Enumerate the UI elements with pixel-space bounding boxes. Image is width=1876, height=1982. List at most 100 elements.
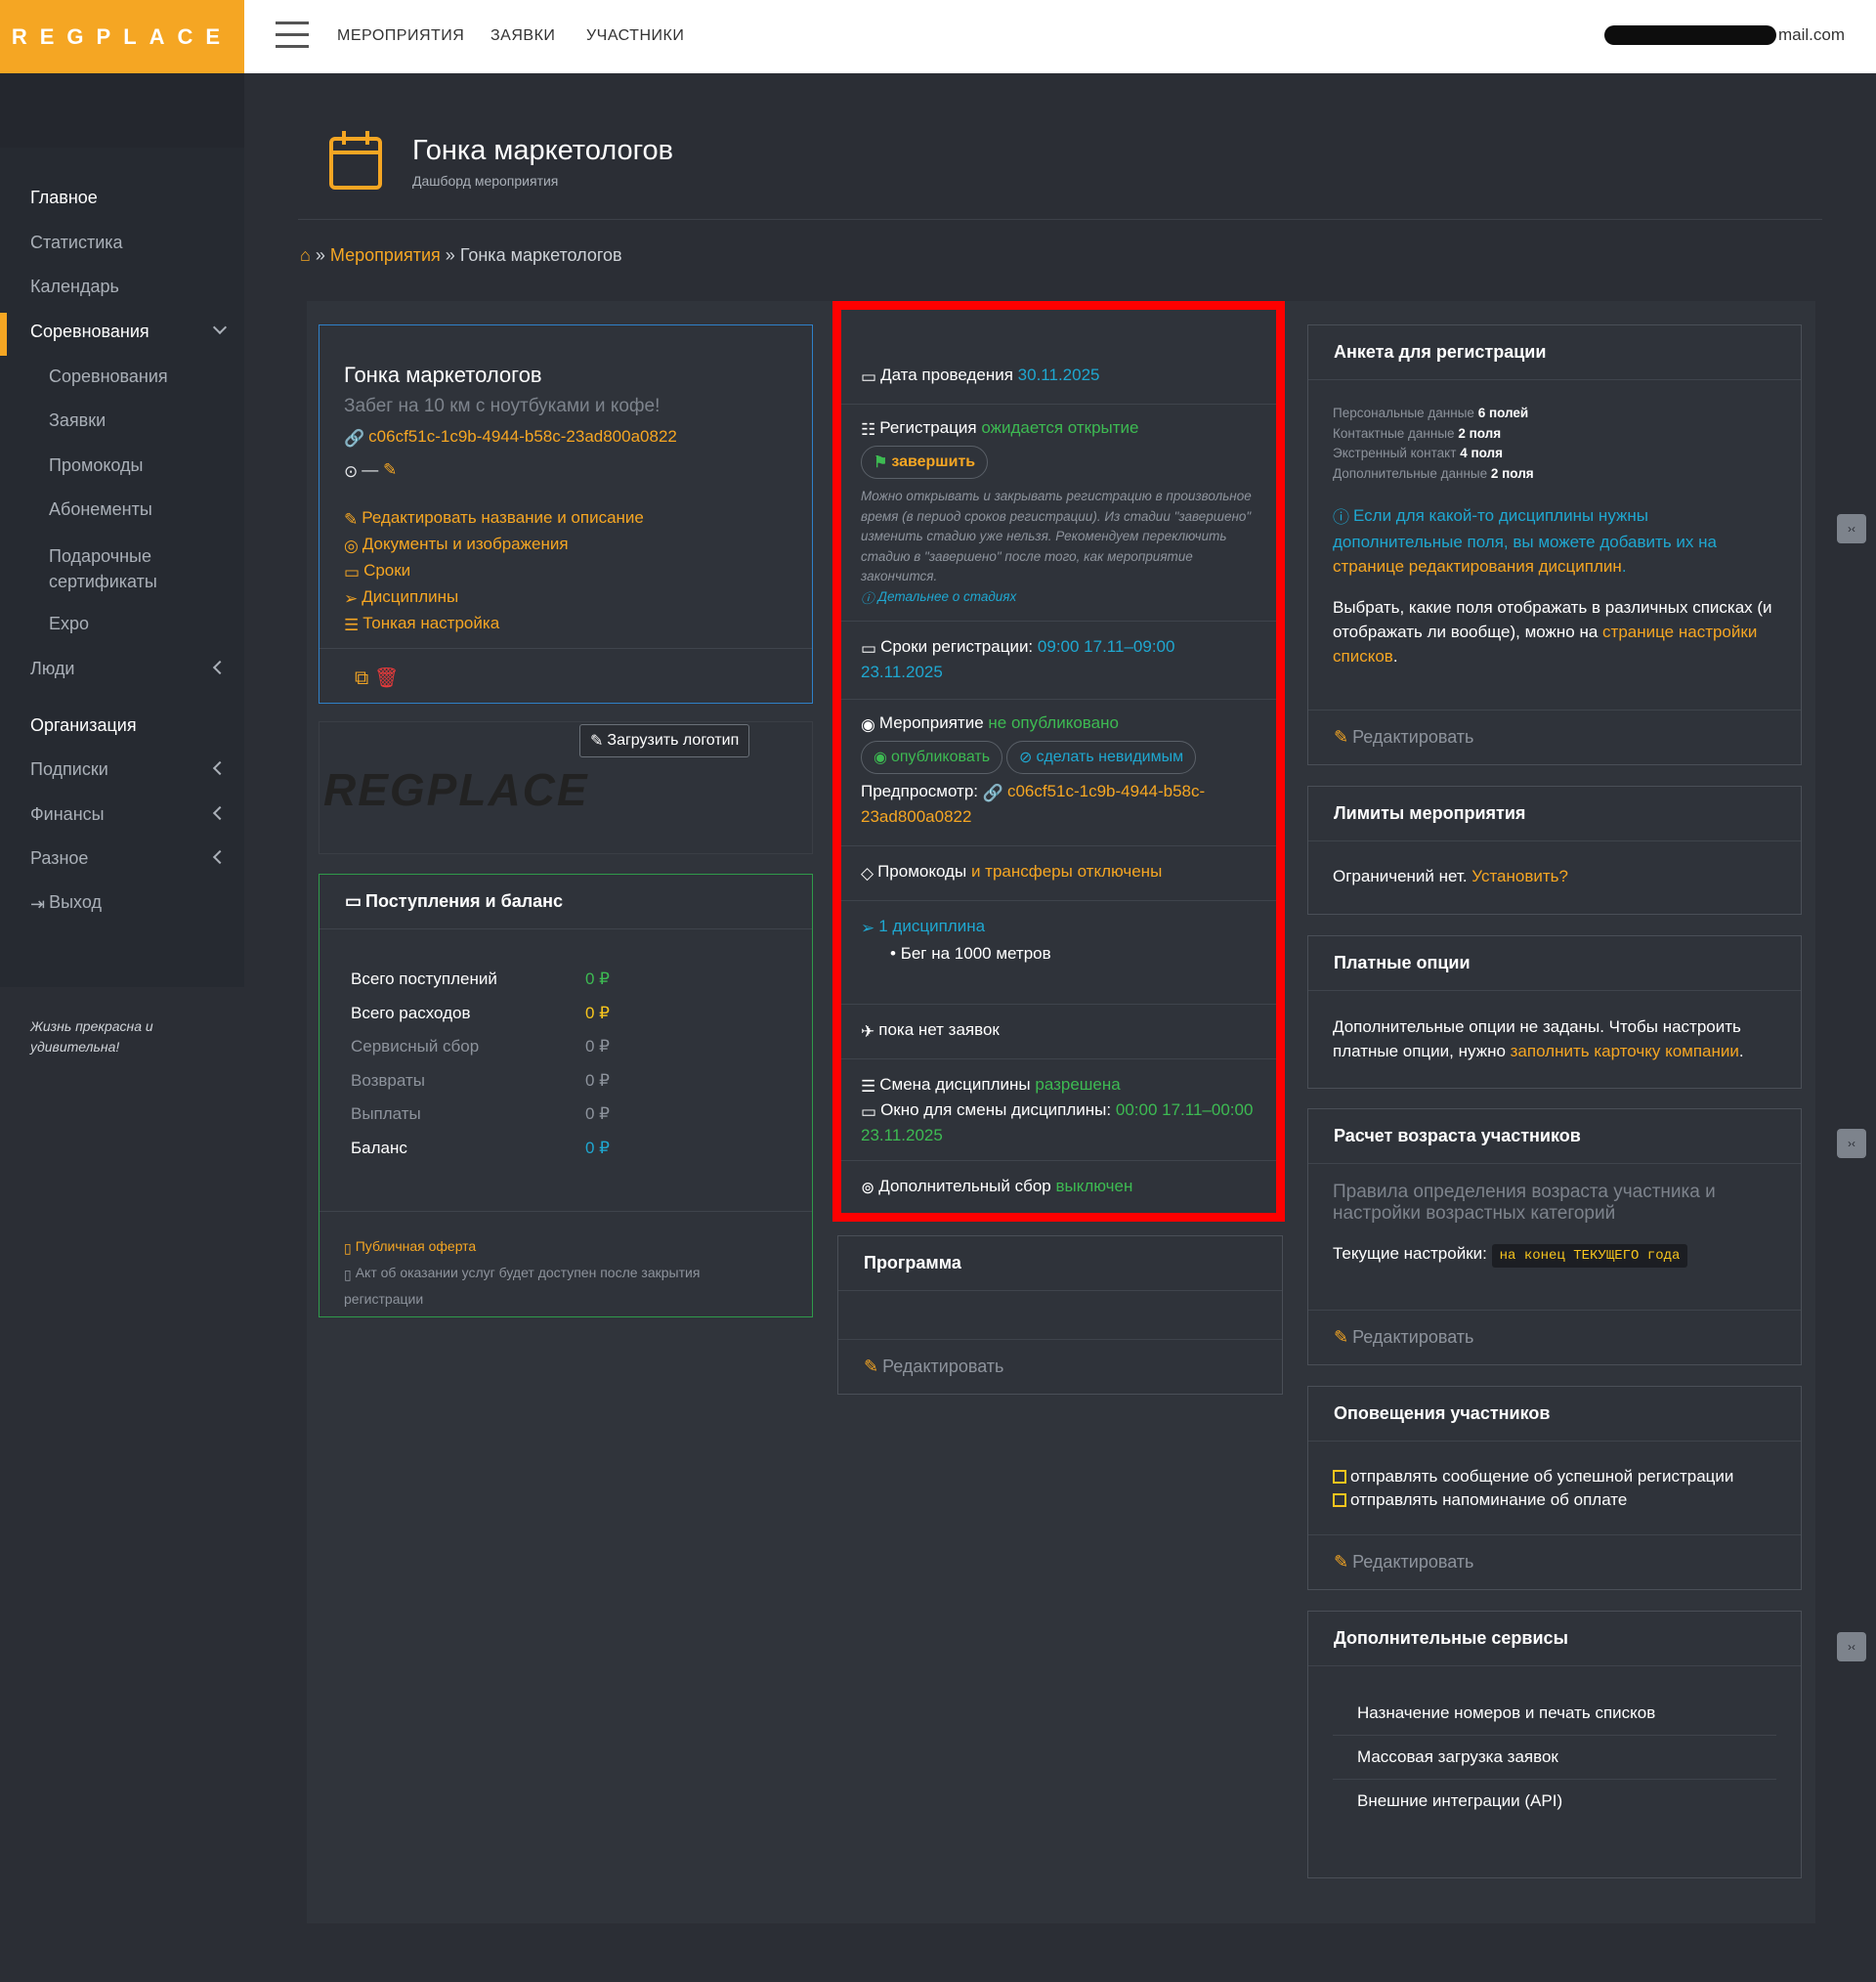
topnav-participants[interactable]: УЧАСТНИКИ <box>586 27 684 45</box>
notify-edit-link[interactable]: ✎ Редактировать <box>1308 1534 1801 1589</box>
hamburger-menu-icon[interactable] <box>276 22 309 49</box>
checkbox[interactable] <box>1333 1470 1346 1484</box>
pdf-icon: ▯ <box>344 1267 352 1282</box>
edit-name-link[interactable]: ✎ Редактировать название и описание <box>344 505 644 532</box>
option-label: отправлять сообщение об успешной регистр… <box>1350 1467 1734 1486</box>
notify-option-success[interactable]: отправлять сообщение об успешной регистр… <box>1333 1465 1733 1488</box>
sidebar-sub-gift-certificates[interactable]: Подарочные сертификаты <box>49 543 205 594</box>
checkbox[interactable] <box>1333 1493 1346 1507</box>
sidebar-item-misc[interactable]: Разное <box>30 848 88 869</box>
logout-icon: ⇥ <box>30 894 46 914</box>
service-bulk-upload[interactable]: Массовая загрузка заявок <box>1333 1736 1776 1780</box>
sidebar-sub-expo[interactable]: Expo <box>49 614 89 634</box>
sidebar-sub-subscriptions[interactable]: Абонементы <box>49 499 152 520</box>
upload-logo-button[interactable]: ✎ Загрузить логотип <box>579 724 750 757</box>
sidebar-sub-competitions[interactable]: Соревнования <box>49 366 168 387</box>
event-id-link[interactable]: 🔗 c06cf51c-1c9b-4944-b58c-23ad800a0822 <box>344 427 677 449</box>
row-value: 6 полей <box>1477 406 1529 420</box>
calendar-icon: ▭ <box>344 563 361 582</box>
paid-title: Платные опции <box>1308 936 1801 991</box>
floating-widget-icon[interactable]: ›‹ <box>1837 1632 1866 1661</box>
age-description: Правила определения возраста участника и… <box>1333 1182 1716 1224</box>
service-numbers[interactable]: Назначение номеров и печать списков <box>1333 1692 1776 1736</box>
floating-widget-icon[interactable]: ›‹ <box>1837 1129 1866 1158</box>
row-value: 0 ₽ <box>585 1104 610 1123</box>
sidebar-item-logout[interactable]: ⇥ Выход <box>30 892 102 915</box>
finance-row-service-fee: Сервисный сбор 0 ₽ <box>351 1030 644 1064</box>
finance-card: ▭ Поступления и баланс Всего поступлений 0… <box>319 874 813 1317</box>
company-card-link[interactable]: заполнить карточку компании <box>1511 1042 1739 1060</box>
trash-icon[interactable]: 🗑 <box>374 668 399 689</box>
row-value: 0 ₽ <box>585 1037 610 1056</box>
home-icon[interactable]: ⌂ <box>300 245 311 265</box>
documents-link[interactable]: ◎ Документы и изображения <box>344 532 644 558</box>
dates-link[interactable]: ▭ Сроки <box>344 558 644 584</box>
form-lists-info: Выбрать, какие поля отображать в различн… <box>1333 595 1772 668</box>
notify-title: Оповещения участников <box>1308 1387 1801 1442</box>
logo-card: ✎ Загрузить логотип REGPLACE <box>319 721 813 854</box>
finance-docs: ▯ Публичная оферта ▯ Акт об оказании услуг… <box>344 1234 774 1312</box>
age-edit-link[interactable]: ✎ Редактировать <box>1308 1310 1801 1364</box>
topnav-events[interactable]: МЕРОПРИЯТИЯ <box>337 27 464 45</box>
user-email[interactable]: mail.com <box>1603 25 1845 45</box>
sidebar-item-main[interactable]: Главное <box>30 188 98 208</box>
event-id: c06cf51c-1c9b-4944-b58c-23ad800a0822 <box>368 427 677 446</box>
program-edit-link[interactable]: ✎ Редактировать <box>838 1339 1282 1394</box>
app-logo[interactable]: REGPLACE <box>0 0 244 73</box>
sidebar-item-organization[interactable]: Организация <box>30 715 137 736</box>
link-label: Редактировать <box>1352 727 1474 747</box>
wallet-icon: ▭ <box>345 891 362 911</box>
breadcrumb-events-link[interactable]: Мероприятия <box>330 245 441 265</box>
event-logo-image: REGPLACE <box>323 764 589 815</box>
location-value: — <box>362 460 379 479</box>
sidebar-item-calendar[interactable]: Календарь <box>30 277 119 297</box>
edit-disciplines-link[interactable]: странице редактирования дисциплин <box>1333 557 1622 576</box>
edit-icon: ✎ <box>344 510 359 529</box>
period: . <box>1738 1042 1744 1060</box>
age-card: Расчет возраста участников Правила опред… <box>1307 1108 1802 1365</box>
limits-card: Лимиты мероприятия Ограничений нет. Уста… <box>1307 786 1802 915</box>
form-edit-link[interactable]: ✎ Редактировать <box>1308 710 1801 764</box>
service-api[interactable]: Внешние интеграции (API) <box>1333 1780 1776 1823</box>
edit-icon: ✎ <box>1334 1552 1349 1572</box>
sidebar-sub-applications[interactable]: Заявки <box>49 410 106 431</box>
event-location: ⊙ — ✎ <box>344 460 397 482</box>
highlight-box <box>832 301 1285 1222</box>
age-setting-badge: на конец ТЕКУЩЕГО года <box>1491 1244 1688 1268</box>
finance-row-refunds: Возвраты 0 ₽ <box>351 1064 644 1099</box>
divider <box>320 648 812 649</box>
camera-icon: ◎ <box>344 537 359 555</box>
page-subtitle: Дашборд мероприятия <box>412 173 559 189</box>
row-label: Всего поступлений <box>351 969 497 988</box>
sidebar-top <box>0 73 244 148</box>
sidebar-item-finance[interactable]: Финансы <box>30 804 105 825</box>
services-list: Назначение номеров и печать списков Масс… <box>1333 1692 1776 1823</box>
row-label: Дополнительные данные <box>1333 465 1488 481</box>
paid-text: Дополнительные опции не заданы. Чтобы на… <box>1333 1014 1792 1063</box>
public-offer-link[interactable]: ▯ Публичная оферта <box>344 1234 774 1261</box>
edit-icon[interactable]: ✎ <box>383 460 397 479</box>
breadcrumb-current: Гонка маркетологов <box>459 245 622 265</box>
row-label: Всего расходов <box>351 1003 471 1022</box>
form-title: Анкета для регистрации <box>1308 325 1801 380</box>
sidebar-sub-promocodes[interactable]: Промокоды <box>49 455 143 476</box>
title-text: Поступления и баланс <box>365 891 564 911</box>
sidebar-item-stats[interactable]: Статистика <box>30 233 123 253</box>
event-title: Гонка маркетологов <box>344 363 542 387</box>
row-value: 0 ₽ <box>585 969 610 988</box>
notify-option-payment[interactable]: отправлять напоминание об оплате <box>1333 1488 1733 1512</box>
offer-label: Публичная оферта <box>355 1238 477 1254</box>
info-text: Если для какой-то дисциплины нужны допол… <box>1333 506 1717 551</box>
sidebar-item-subscriptions[interactable]: Подписки <box>30 759 108 780</box>
limits-title: Лимиты мероприятия <box>1308 787 1801 841</box>
sidebar-item-competitions[interactable]: Соревнования <box>30 322 149 342</box>
set-limits-link[interactable]: Установить? <box>1471 867 1568 885</box>
topnav-applications[interactable]: ЗАЯВКИ <box>490 27 555 45</box>
copy-icon[interactable]: ⧉ <box>355 668 368 689</box>
disciplines-link[interactable]: ➢ Дисциплины <box>344 584 644 611</box>
sidebar-item-people[interactable]: Люди <box>30 659 74 679</box>
period: . <box>1621 557 1627 576</box>
fine-settings-link[interactable]: ☰ Тонкая настройка <box>344 611 644 637</box>
row-label: Контактные данные <box>1333 425 1455 441</box>
floating-widget-icon[interactable]: ›‹ <box>1837 514 1866 543</box>
